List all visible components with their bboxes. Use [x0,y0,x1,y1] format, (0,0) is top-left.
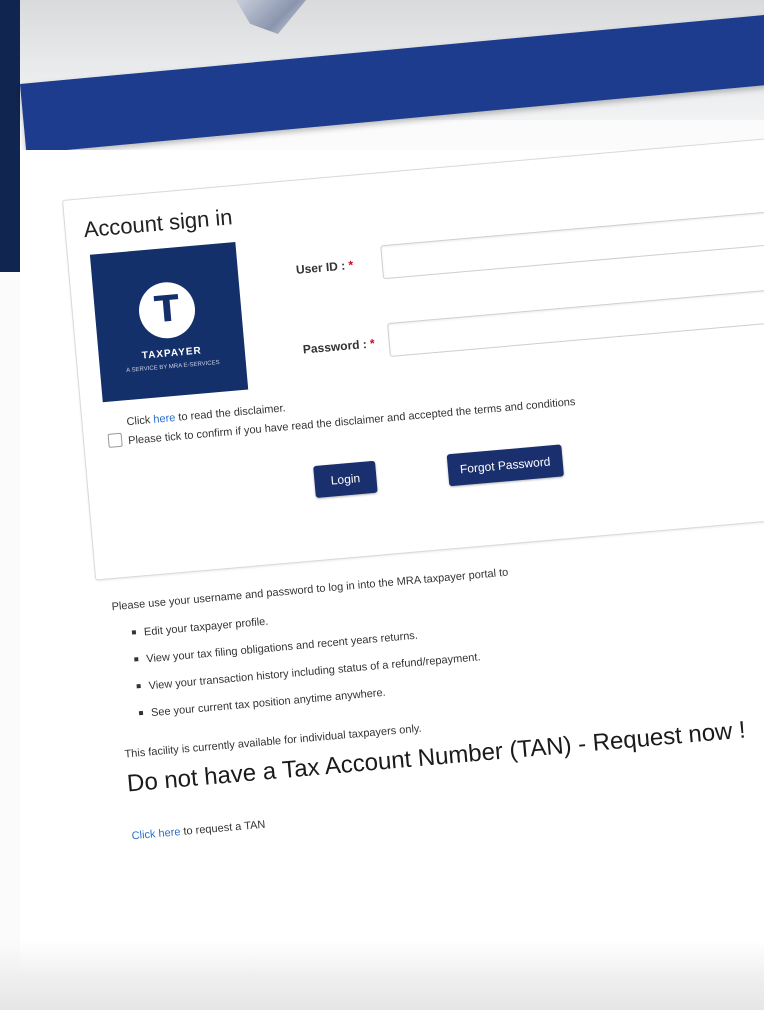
password-label: Password : * [302,336,375,356]
signin-page: Account sign in T TAXPAYER A SERVICE BY … [62,132,764,977]
bullet-icon [131,630,137,635]
tan-heading: Do not have a Tax Account Number (TAN) -… [125,716,747,798]
signin-title: Account sign in [82,204,234,243]
bottom-fade [0,940,764,1010]
feature-text: Edit your taxpayer profile. [143,615,269,639]
confirm-checkbox[interactable] [107,432,123,448]
userid-input[interactable] [380,207,764,280]
bullet-icon [138,710,144,716]
bullet-icon [134,657,139,662]
emblem-letter: T [152,288,181,332]
userid-label-text: User ID : [295,258,346,277]
disclaimer-prefix: Click [126,413,154,429]
screen: Account sign in T TAXPAYER A SERVICE BY … [0,0,764,1010]
password-label-text: Password : [302,337,368,357]
bullet-icon [136,684,141,689]
taxpayer-logo: T TAXPAYER A SERVICE BY MRA E-SERVICES [89,242,249,403]
tan-request-link[interactable]: Click here [131,826,181,842]
disclaimer-link[interactable]: here [153,412,176,426]
left-sidebar-bar [0,0,20,272]
signin-card: Account sign in T TAXPAYER A SERVICE BY … [62,133,764,581]
login-button[interactable]: Login [313,460,378,499]
taxpayer-emblem-icon: T [136,279,198,341]
userid-label: User ID : * [295,258,353,277]
required-mark: * [347,257,354,273]
tan-request-line: Click here to request a TAN [131,819,266,843]
tan-request-suffix: to request a TAN [179,818,266,839]
required-mark: * [369,336,376,351]
password-input[interactable] [386,284,764,358]
forgot-password-button[interactable]: Forgot Password [446,444,564,487]
features-list: Edit your taxpayer profile. View your ta… [131,596,484,734]
